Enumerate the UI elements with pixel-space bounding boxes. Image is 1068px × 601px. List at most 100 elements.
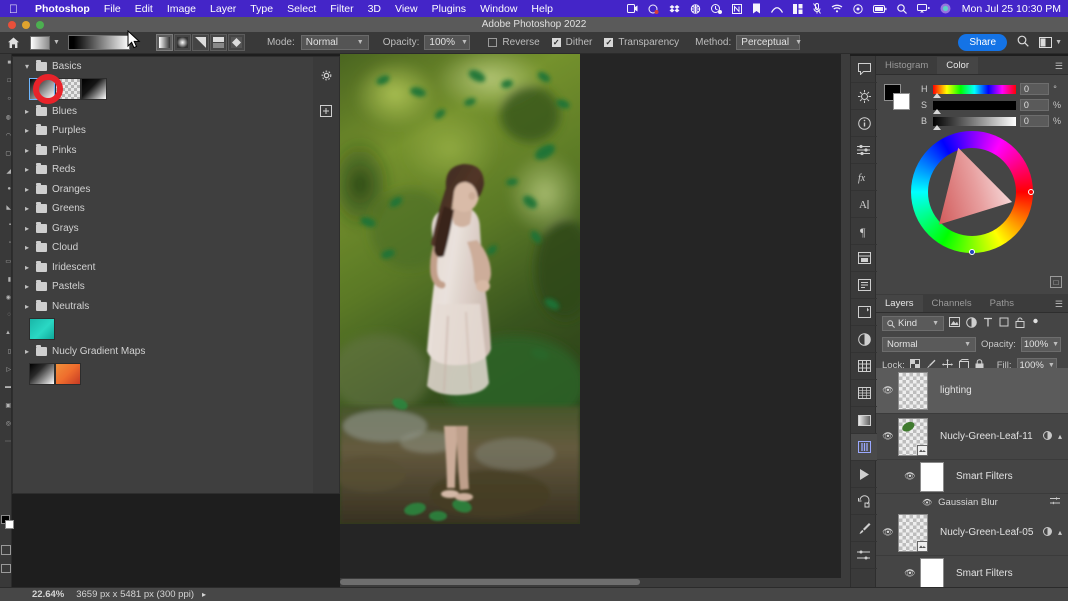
gradient-group-cloud[interactable]: ▸ Cloud <box>13 238 315 258</box>
libraries-icon[interactable] <box>851 245 877 272</box>
chevron-down-icon[interactable]: ▾ <box>23 62 31 71</box>
channels-icon[interactable] <box>851 434 877 461</box>
layer-opacity-input[interactable]: 100% ▼ <box>1020 337 1061 352</box>
brush-tool[interactable]: ◣ <box>0 198 12 216</box>
chevron-right-icon[interactable]: ▸ <box>23 107 31 116</box>
menu-item-window[interactable]: Window <box>473 3 524 15</box>
layer-row-smart-filters-1[interactable]: 👁 Smart Filters <box>876 460 1068 494</box>
smart-object-filter-icon[interactable] <box>1015 317 1025 331</box>
radial-gradient-icon[interactable] <box>173 34 191 51</box>
actions-icon[interactable] <box>851 299 877 326</box>
pen-tool[interactable]: ▲ <box>0 324 12 342</box>
menu-item-layer[interactable]: Layer <box>203 3 243 15</box>
chevron-right-icon[interactable]: ▸ <box>23 146 31 155</box>
dither-checkbox[interactable] <box>551 38 561 47</box>
blur-tool[interactable]: ◉ <box>0 288 12 306</box>
chevron-right-icon[interactable]: ▸ <box>23 126 31 135</box>
reverse-checkbox-group[interactable]: Reverse <box>488 37 540 48</box>
dodge-tool[interactable]: ◌ <box>0 306 12 324</box>
dropbox-icon[interactable] <box>664 4 685 14</box>
chevron-right-icon[interactable]: ▸ <box>23 302 31 311</box>
tab-paths[interactable]: Paths <box>981 295 1023 312</box>
filter-name[interactable]: Gaussian Blur <box>938 497 998 508</box>
gradients-icon[interactable] <box>851 407 877 434</box>
menu-item-edit[interactable]: Edit <box>128 3 160 15</box>
patterns-grid-icon[interactable] <box>851 380 877 407</box>
gradient-preset-picker[interactable]: ▼ <box>30 35 60 50</box>
layer-thumbnail[interactable] <box>898 417 928 456</box>
gear-icon[interactable] <box>313 63 339 87</box>
menu-item-photoshop[interactable]: Photoshop <box>28 3 97 15</box>
layer-row-smart-filters-2[interactable]: 👁 Smart Filters <box>876 556 1068 590</box>
gradient-swatch-orange-red[interactable] <box>55 363 81 385</box>
control-center-icon[interactable] <box>848 3 868 14</box>
reverse-checkbox[interactable] <box>488 38 498 47</box>
eye-icon[interactable]: 👁 <box>902 471 918 482</box>
info-icon[interactable] <box>851 110 877 137</box>
background-color-swatch[interactable] <box>5 520 14 529</box>
gradient-group-reds[interactable]: ▸ Reds <box>13 160 315 180</box>
clone-stamp-tool[interactable]: ▪ <box>0 216 12 234</box>
menu-item-image[interactable]: Image <box>160 3 203 15</box>
panel-menu-icon[interactable]: ☰ <box>1055 299 1063 310</box>
quick-mask-icon[interactable] <box>1 545 11 555</box>
layer-row-nucly-green-leaf-05[interactable]: 👁 Nucly-Green-Leaf-05 ▴ <box>876 510 1068 556</box>
zoom-tool[interactable]: ◎ <box>0 414 12 432</box>
layer-row-gaussian-blur[interactable]: 👁 Gaussian Blur <box>876 494 1068 510</box>
hue-slider-knob[interactable] <box>932 92 941 98</box>
apple-icon[interactable]:  <box>0 3 28 15</box>
search-icon[interactable] <box>1017 35 1029 50</box>
menu-item-help[interactable]: Help <box>524 3 560 15</box>
chevron-down-icon[interactable]: ▼ <box>1055 39 1062 46</box>
clock-badge-icon[interactable] <box>706 3 727 14</box>
chevron-up-icon[interactable]: ▴ <box>1058 528 1062 537</box>
brightness-slider[interactable] <box>932 116 1016 130</box>
frame-tool[interactable]: ▢ <box>0 144 12 162</box>
brightness-slider-knob[interactable] <box>932 124 941 130</box>
zoom-level[interactable]: 22.64% <box>0 589 64 600</box>
horizontal-scrollbar[interactable] <box>340 578 850 587</box>
chevron-right-icon[interactable]: ▸ <box>194 590 206 599</box>
gradient-group-blues[interactable]: ▸ Blues <box>13 102 315 122</box>
globe-icon[interactable] <box>685 3 706 14</box>
swatches-grid-icon[interactable] <box>851 353 877 380</box>
eyedropper-tool[interactable]: ◢ <box>0 162 12 180</box>
menu-item-select[interactable]: Select <box>280 3 323 15</box>
saturation-value[interactable]: 0 <box>1019 99 1049 111</box>
crop-tool[interactable]: ◠ <box>0 126 12 144</box>
dither-checkbox-group[interactable]: Dither <box>551 37 592 48</box>
tab-histogram[interactable]: Histogram <box>876 57 937 74</box>
character-icon[interactable]: A <box>851 191 877 218</box>
hue-slider[interactable] <box>932 84 1017 98</box>
layer-filter-kind-select[interactable]: Kind ▼ <box>882 316 944 331</box>
filter-options-icon[interactable] <box>1050 496 1060 508</box>
notes-icon[interactable] <box>851 272 877 299</box>
gradient-swatch-foreground-to-transparent[interactable] <box>55 78 81 100</box>
filter-toggle-icon[interactable] <box>1031 318 1040 330</box>
paragraph-icon[interactable]: ¶ <box>851 218 877 245</box>
gradient-swatch-black-to-white[interactable] <box>81 78 107 100</box>
chevron-right-icon[interactable]: ▸ <box>23 224 31 233</box>
brush-settings-icon[interactable] <box>851 515 877 542</box>
eye-icon[interactable]: 👁 <box>880 431 896 442</box>
history-brush-tool[interactable]: ▫ <box>0 234 12 252</box>
gradient-tool[interactable]: ▮ <box>0 270 12 288</box>
layer-thumbnail[interactable] <box>898 513 928 552</box>
quick-select-tool[interactable]: ◍ <box>0 108 12 126</box>
play-actions-icon[interactable] <box>851 461 877 488</box>
artboard[interactable] <box>340 54 580 524</box>
menu-item-plugins[interactable]: Plugins <box>425 3 473 15</box>
hue-marker[interactable] <box>1028 189 1034 195</box>
eye-icon[interactable]: 👁 <box>922 498 932 507</box>
brightness-value[interactable]: 0 <box>1019 115 1049 127</box>
gradient-group-neutrals[interactable]: ▸ Neutrals <box>13 297 315 317</box>
transparency-checkbox[interactable] <box>604 38 614 47</box>
siri-icon[interactable] <box>935 3 956 14</box>
hand-tool[interactable]: ▣ <box>0 396 12 414</box>
angle-gradient-icon[interactable] <box>191 34 209 51</box>
chevron-right-icon[interactable]: ▸ <box>23 243 31 252</box>
sb-marker[interactable] <box>969 249 975 255</box>
gradient-group-iridescent[interactable]: ▸ Iridescent <box>13 258 315 278</box>
gradient-group-pastels[interactable]: ▸ Pastels <box>13 277 315 297</box>
horizontal-scrollbar-thumb[interactable] <box>340 579 640 585</box>
